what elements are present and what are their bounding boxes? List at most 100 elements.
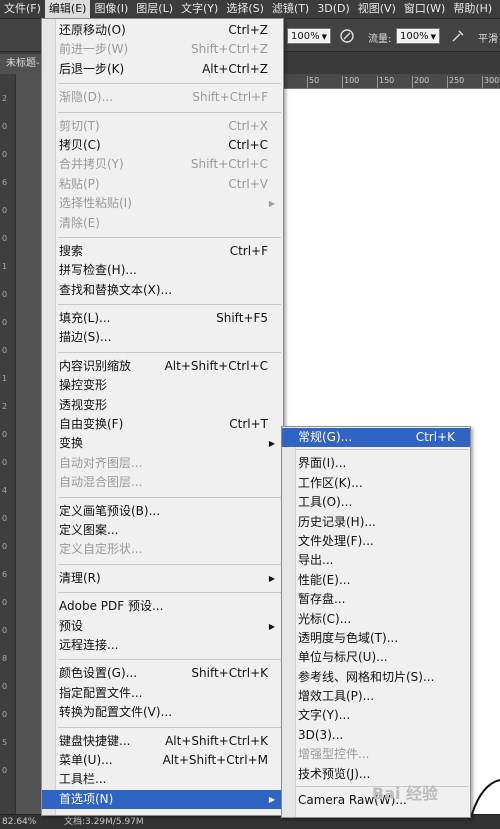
ruler-tick	[342, 76, 343, 88]
menu-item-label: 颜色设置(G)...	[59, 666, 138, 681]
menu-item[interactable]: 历史记录(H)...	[282, 513, 470, 532]
menubar-item[interactable]: 图像(I)	[90, 0, 132, 18]
menubar-item[interactable]: 选择(S)	[222, 0, 268, 18]
menu-item-label: 操控变形	[59, 378, 108, 393]
menu-separator	[58, 563, 281, 565]
menu-separator	[58, 351, 281, 353]
ruler-tick-label: 0	[2, 346, 8, 355]
menubar-item[interactable]: 窗口(W)	[400, 0, 449, 18]
menubar-item[interactable]: 3D(D)	[313, 0, 354, 18]
menu-item[interactable]: 内容识别缩放 Alt+Shift+Ctrl+C	[42, 357, 283, 376]
menu-item[interactable]: 指定配置文件...	[42, 684, 283, 703]
menu-item[interactable]: 拼写检查(H)...	[42, 261, 283, 280]
menubar-item[interactable]: 视图(V)	[354, 0, 400, 18]
menu-item[interactable]: 预设 ▶	[42, 617, 283, 636]
menu-item[interactable]: 透视变形	[42, 396, 283, 415]
menu-item-label: 定义自定形状...	[59, 542, 143, 557]
menu-separator	[58, 304, 281, 306]
menu-item-label: 清理(R)	[59, 570, 101, 585]
ruler-tick-label: 0	[2, 458, 8, 467]
menu-item[interactable]: 定义图案...	[42, 521, 283, 540]
menubar-item[interactable]: 文字(Y)	[177, 0, 222, 18]
menu-item-label: 前进一步(W)	[59, 42, 129, 57]
ruler-tick-label: 0	[2, 710, 8, 719]
menu-item-label: 3D(3)...	[298, 727, 344, 742]
menu-item-label: 透明度与色域(T)...	[298, 630, 399, 645]
ruler-tick-label: 0	[2, 318, 8, 327]
airbrush-icon[interactable]	[450, 28, 466, 44]
menu-item[interactable]: 增效工具(P)...	[282, 687, 470, 706]
flow-dropdown[interactable]: 100% ▼	[396, 28, 440, 44]
menu-item-label: 自由变换(F)	[59, 417, 124, 432]
menu-bar: 文件(F) 编辑(E) 图像(I) 图层(L) 文字(Y) 选择(S) 滤镜(T) 3D(D)…	[0, 0, 500, 19]
menu-item[interactable]: 透明度与色域(T)...	[282, 629, 470, 648]
menu-item[interactable]: 拷贝(C) Ctrl+C	[42, 136, 283, 155]
menu-item[interactable]: 查找和替换文本(X)...	[42, 281, 283, 300]
menu-item-label: 常规(G)...	[298, 430, 353, 444]
menu-separator	[58, 496, 281, 498]
menu-item[interactable]: 性能(E)...	[282, 571, 470, 590]
menu-item[interactable]: 自由变换(F) Ctrl+T	[42, 415, 283, 434]
menu-item[interactable]: Adobe PDF 预设...	[42, 597, 283, 616]
menubar-item[interactable]: 滤镜(T)	[268, 0, 313, 18]
menu-item[interactable]: 描边(S)...	[42, 328, 283, 347]
menu-item[interactable]: 参考线、网格和切片(S)...	[282, 668, 470, 687]
menu-item-label: 工作区(K)...	[298, 475, 363, 490]
menu-item: 合并拷贝(Y) Shift+Ctrl+C	[42, 155, 283, 174]
ruler-tick-label: 0	[2, 542, 8, 551]
menu-item[interactable]: 键盘快捷键... Alt+Shift+Ctrl+K	[42, 732, 283, 751]
document-tab[interactable]: 未标题-	[0, 54, 42, 74]
menu-item[interactable]: 单位与标尺(U)...	[282, 648, 470, 667]
menu-item-label: 后退一步(K)	[59, 61, 125, 76]
menubar-item[interactable]: 帮助(H)	[449, 0, 496, 18]
menubar-item[interactable]: 文件(F)	[0, 0, 45, 18]
menu-item[interactable]: 远程连接...	[42, 636, 283, 655]
menu-item[interactable]: 首选项(N) ▶	[42, 789, 283, 810]
menubar-item[interactable]: 编辑(E)	[44, 0, 91, 18]
menu-item-label: 定义画笔预设(B)...	[59, 503, 161, 518]
menu-item[interactable]: 还原移动(O) Ctrl+Z	[42, 21, 283, 40]
menu-item[interactable]: 3D(3)...	[282, 726, 470, 745]
menu-item[interactable]: 颜色设置(G)... Shift+Ctrl+K	[42, 664, 283, 683]
menu-item[interactable]: 菜单(U)... Alt+Shift+Ctrl+M	[42, 751, 283, 770]
menu-item[interactable]: 清理(R) ▶	[42, 569, 283, 588]
menu-item[interactable]: 光标(C)...	[282, 610, 470, 629]
menubar-item[interactable]: 图层(L)	[132, 0, 177, 18]
menu-item-shortcut: Shift+F5	[216, 311, 268, 326]
menu-item[interactable]: 定义画笔预设(B)...	[42, 502, 283, 521]
menu-item[interactable]: 转换为配置文件(V)...	[42, 703, 283, 722]
menu-separator	[58, 726, 281, 728]
menu-item-label: 拼写检查(H)...	[59, 263, 137, 278]
menu-item: 渐隐(D)... Shift+Ctrl+F	[42, 88, 283, 107]
ruler-tick-label: 1	[2, 374, 8, 383]
left-ruler: 2 0 0 6 0 0 1 0 0 0 1 2 0 0 4 0 0 6 0 0 8 0 0 5 0	[0, 74, 16, 814]
menu-item[interactable]: 暂存盘...	[282, 590, 470, 609]
menu-item-shortcut: Ctrl+V	[228, 176, 268, 191]
opacity-dropdown[interactable]: 100% ▼	[287, 28, 331, 44]
menu-item: 清除(E)	[42, 214, 283, 233]
menu-item-shortcut: Ctrl+Z	[228, 23, 268, 37]
menu-item[interactable]: 常规(G)... Ctrl+K	[282, 428, 470, 448]
ruler-tick-label: 0	[2, 206, 8, 215]
menu-item[interactable]: 工具(O)...	[282, 493, 470, 512]
pressure-opacity-icon[interactable]	[339, 28, 355, 44]
menu-item-label: 转换为配置文件(V)...	[59, 705, 173, 720]
zoom-level[interactable]: 82.64%	[2, 815, 36, 829]
menu-item[interactable]: 界面(I)...	[282, 454, 470, 473]
menu-item[interactable]: 搜索 Ctrl+F	[42, 242, 283, 261]
menu-item-label: 渐隐(D)...	[59, 90, 114, 105]
ruler-tick-label: 0	[2, 122, 8, 131]
menu-item[interactable]: 导出...	[282, 551, 470, 570]
menu-item-label: 变换	[59, 436, 84, 451]
menu-item-label: 导出...	[298, 553, 334, 568]
menu-item[interactable]: 填充(L)... Shift+F5	[42, 309, 283, 328]
menu-item[interactable]: 工具栏...	[42, 770, 283, 789]
menu-item[interactable]: 后退一步(K) Alt+Ctrl+Z	[42, 60, 283, 79]
menu-item[interactable]: 文件处理(F)...	[282, 532, 470, 551]
menu-separator	[58, 236, 281, 238]
menu-item[interactable]: 工作区(K)...	[282, 474, 470, 493]
menu-item[interactable]: 变换 ▶	[42, 434, 283, 453]
ruler-tick	[377, 76, 378, 88]
menu-item[interactable]: 文字(Y)...	[282, 706, 470, 725]
menu-item[interactable]: 操控变形	[42, 376, 283, 395]
